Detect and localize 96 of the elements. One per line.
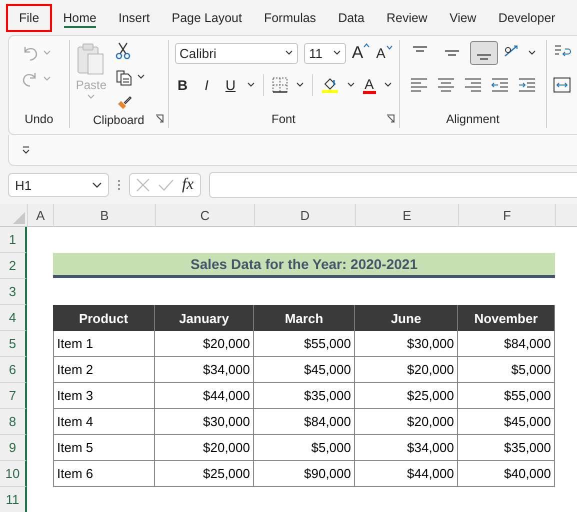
font-name-dropdown[interactable]: Calibri bbox=[174, 42, 298, 64]
name-box[interactable]: H1 bbox=[8, 173, 109, 197]
menu-tab[interactable]: Data bbox=[327, 4, 376, 32]
group-label: Clipboard bbox=[92, 113, 144, 127]
increase-font-size-button[interactable]: A bbox=[352, 43, 370, 63]
align-right-icon[interactable] bbox=[464, 78, 482, 92]
customize-toolbar-icon[interactable] bbox=[21, 146, 31, 154]
caret-icon[interactable] bbox=[136, 74, 145, 80]
font-color-button[interactable]: A bbox=[362, 76, 376, 94]
table-cell: $35,000 bbox=[254, 383, 355, 409]
font-style-button[interactable]: U bbox=[222, 77, 239, 93]
merge-cells-icon[interactable] bbox=[553, 77, 572, 93]
table-cell: Item 4 bbox=[53, 409, 155, 435]
caret-icon[interactable] bbox=[246, 82, 255, 88]
column-header[interactable]: A bbox=[27, 204, 53, 227]
formula-input[interactable] bbox=[209, 172, 577, 198]
menu-tab[interactable]: Formulas bbox=[252, 4, 328, 32]
caret-icon[interactable] bbox=[384, 82, 392, 88]
column-header[interactable]: E bbox=[355, 204, 458, 227]
menu-tab[interactable]: Home bbox=[52, 4, 108, 32]
table-cell: $25,000 bbox=[355, 383, 458, 409]
column-header[interactable]: B bbox=[53, 204, 155, 227]
table-cell: $20,000 bbox=[155, 331, 254, 357]
caret-icon bbox=[87, 94, 96, 100]
menu-tab[interactable]: View bbox=[438, 4, 488, 32]
caret-icon bbox=[92, 182, 102, 188]
font-style-button[interactable]: I bbox=[198, 77, 215, 93]
table-cell: $20,000 bbox=[355, 357, 458, 383]
more-options-icon[interactable] bbox=[117, 179, 121, 191]
table-cell: $5,000 bbox=[254, 435, 355, 461]
menu-tab[interactable]: Developer bbox=[487, 4, 566, 32]
row-header[interactable]: 8 bbox=[0, 409, 27, 435]
table-cell: Item 2 bbox=[53, 357, 155, 383]
caret-icon bbox=[284, 50, 293, 56]
clipboard-icon bbox=[76, 42, 106, 76]
group-label: Font bbox=[272, 112, 296, 126]
caret-icon[interactable] bbox=[346, 82, 355, 88]
decrease-indent-icon[interactable] bbox=[490, 78, 509, 92]
group-label: Undo bbox=[24, 112, 54, 126]
caret-icon[interactable] bbox=[528, 50, 536, 56]
table-header-cell: November bbox=[458, 305, 555, 331]
sheet-title: Sales Data for the Year: 2020-2021 bbox=[53, 253, 555, 278]
table-header-cell: March bbox=[254, 305, 355, 331]
caret-icon bbox=[332, 50, 341, 56]
menu-tab[interactable]: Review bbox=[375, 4, 438, 32]
caret-icon[interactable] bbox=[296, 82, 304, 88]
check-icon[interactable] bbox=[158, 179, 174, 191]
caret-icon bbox=[386, 45, 393, 50]
table-cell: $30,000 bbox=[355, 331, 458, 357]
row-header[interactable]: 6 bbox=[0, 357, 27, 383]
table-cell: $34,000 bbox=[355, 435, 458, 461]
scissors-icon[interactable] bbox=[114, 42, 131, 60]
align-center-icon[interactable] bbox=[436, 78, 455, 92]
font-style-button[interactable]: B bbox=[174, 77, 191, 93]
row-header[interactable]: 9 bbox=[0, 435, 27, 461]
table-cell: $84,000 bbox=[254, 409, 355, 435]
align-left-icon[interactable] bbox=[410, 78, 428, 92]
row-header[interactable]: 10 bbox=[0, 461, 27, 487]
table-header-cell: June bbox=[355, 305, 458, 331]
increase-indent-icon[interactable] bbox=[518, 78, 536, 92]
borders-icon[interactable] bbox=[272, 77, 288, 93]
row-header[interactable]: 7 bbox=[0, 383, 27, 409]
dialog-launcher-icon[interactable] bbox=[154, 114, 164, 123]
menu-tab[interactable]: Insert bbox=[108, 4, 161, 32]
column-header[interactable]: C bbox=[155, 204, 254, 227]
table-cell: $45,000 bbox=[254, 357, 355, 383]
table-cell: $44,000 bbox=[155, 383, 254, 409]
fill-color-icon[interactable] bbox=[320, 76, 339, 94]
copy-icon[interactable] bbox=[114, 68, 133, 86]
column-header[interactable]: D bbox=[254, 204, 355, 227]
font-size-dropdown[interactable]: 11 bbox=[304, 42, 346, 64]
decrease-font-size-button[interactable]: A bbox=[376, 45, 393, 61]
menu-tab[interactable]: File bbox=[6, 4, 52, 32]
table-header-cell: Product bbox=[53, 305, 155, 331]
insert-function-button[interactable]: fx bbox=[182, 176, 194, 194]
table-cell: $34,000 bbox=[155, 357, 254, 383]
table-cell: Item 1 bbox=[53, 331, 155, 357]
table-cell: $55,000 bbox=[254, 331, 355, 357]
table-cell: Item 5 bbox=[53, 435, 155, 461]
caret-up-icon bbox=[363, 43, 370, 48]
row-header[interactable]: 5 bbox=[0, 331, 27, 357]
bottom-align-icon[interactable] bbox=[470, 41, 498, 65]
row-header[interactable]: 2 bbox=[0, 253, 27, 279]
row-header[interactable]: 11 bbox=[0, 487, 27, 512]
menu-tab[interactable]: Page Layout bbox=[160, 4, 253, 32]
table-cell: $20,000 bbox=[155, 435, 254, 461]
row-header[interactable]: 3 bbox=[0, 279, 27, 305]
dialog-launcher-icon[interactable] bbox=[386, 114, 395, 123]
table-cell: $20,000 bbox=[355, 409, 458, 435]
row-header[interactable]: 4 bbox=[0, 305, 27, 331]
row-header[interactable]: 1 bbox=[0, 227, 27, 253]
group-label: Alignment bbox=[446, 112, 500, 126]
table-header-cell: January bbox=[155, 305, 254, 331]
table-cell: Item 3 bbox=[53, 383, 155, 409]
column-header[interactable]: F bbox=[458, 204, 555, 227]
table-cell: $30,000 bbox=[155, 409, 254, 435]
